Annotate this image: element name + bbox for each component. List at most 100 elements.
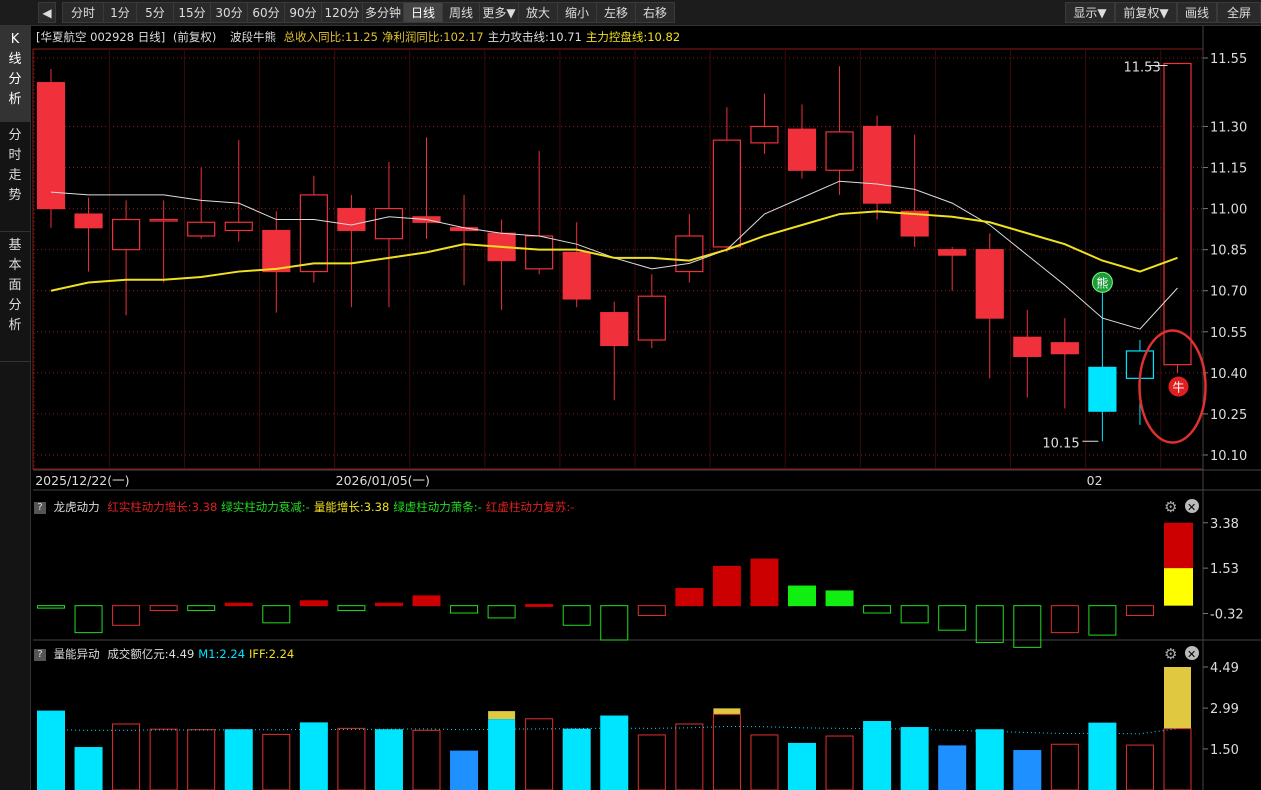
legend-item-2: IFF:2.24 <box>249 647 295 661</box>
date-label: 2025/12/22(一) <box>35 473 129 488</box>
legend-item-1: 绿实柱动力衰减:- <box>221 500 310 514</box>
volume-bar <box>600 715 629 790</box>
candle-body <box>600 312 629 347</box>
y-tick-label: 1.50 <box>1210 743 1239 758</box>
legend-item-1: M1:2.24 <box>198 647 246 661</box>
volume-bar <box>37 710 65 790</box>
toolbar-item-14[interactable]: 左移 <box>596 2 636 23</box>
power-bar <box>675 587 704 607</box>
toolbar-right-0[interactable]: 显示▼ <box>1065 2 1115 23</box>
power-bar <box>374 602 403 607</box>
volume-bar <box>750 734 779 790</box>
y-tick-label: -0.32 <box>1210 608 1244 623</box>
side-tab-2[interactable]: 基本面分析 <box>0 232 30 362</box>
main-header: [华夏航空 002928 日线] (前复权) 波段牛熊 总收入同比:11.25 净… <box>36 29 688 45</box>
power-bar <box>1164 568 1193 606</box>
volume-bar <box>337 727 366 790</box>
sub2-legend: 成交额亿元:4.49 M1:2.24 IFF:2.24 <box>107 647 298 661</box>
volume-bar <box>1050 743 1079 790</box>
bull-marker-icon <box>1168 376 1189 397</box>
gear-icon: ⚙ <box>1164 498 1177 516</box>
volume-bar <box>1163 728 1192 790</box>
power-bar <box>600 605 629 641</box>
power-bar <box>938 605 967 631</box>
toolbar-item-0[interactable]: 分时 <box>62 2 104 23</box>
volume-bar <box>1125 744 1154 790</box>
side-tab-0[interactable]: K线分析 <box>0 26 30 122</box>
candle-body <box>750 125 779 144</box>
toolbar-item-11[interactable]: 更多▼ <box>479 2 519 23</box>
toolbar-item-8[interactable]: 多分钟 <box>362 2 404 23</box>
toolbar-item-7[interactable]: 120分 <box>321 2 363 23</box>
power-bar <box>1125 605 1154 616</box>
toolbar-item-3[interactable]: 15分 <box>173 2 211 23</box>
gear-icon: ⚙ <box>1164 645 1177 663</box>
bear-marker-icon <box>1091 271 1113 293</box>
back-triangle-icon[interactable]: ◀ <box>38 2 56 23</box>
toolbar-item-13[interactable]: 缩小 <box>557 2 597 23</box>
power-bar <box>1088 605 1117 636</box>
toolbar-right-3[interactable]: 全屏 <box>1217 2 1261 23</box>
help-icon[interactable]: ? <box>34 648 46 661</box>
sub1-title: 龙虎动力 <box>53 500 100 514</box>
close-icon-glyph: ✕ <box>1187 501 1196 514</box>
side-tabs: K线分析分时走势基本面分析 <box>0 26 31 790</box>
volume-bar <box>938 745 967 790</box>
close-icon <box>1185 646 1199 660</box>
y-tick-label: 11.00 <box>1210 203 1247 218</box>
candle-body <box>449 227 479 232</box>
toolbar-item-12[interactable]: 放大 <box>518 2 558 23</box>
y-tick-label: 10.40 <box>1210 367 1247 382</box>
y-tick-label: 1.53 <box>1210 562 1239 577</box>
toolbar-item-15[interactable]: 右移 <box>635 2 675 23</box>
volume-bar <box>488 711 516 720</box>
toolbar-item-2[interactable]: 5分 <box>136 2 174 23</box>
low-label: 10.15 <box>1042 436 1079 451</box>
indicator-value-2: 主力攻击线:10.71 <box>487 30 582 44</box>
power-bar <box>149 605 178 612</box>
power-bar <box>187 605 216 612</box>
m1-line <box>50 725 1178 735</box>
chart-canvas[interactable]: 11.55 11.30 11.15 11.00 10.85 10.70 10.55 10.40… <box>0 0 1261 790</box>
candle-body <box>1125 350 1155 379</box>
candle-body <box>337 207 366 232</box>
toolbar: ◀ 分时 1分 5分 15分 30分 60分 90分 120分 多分钟 日线 周线 更多▼ 放大 缩小 左移右… <box>0 0 1261 26</box>
volume-bar <box>224 729 253 790</box>
toolbar-item-10[interactable]: 周线 <box>442 2 480 23</box>
power-bar <box>712 565 741 607</box>
toolbar-item-9[interactable]: 日线 <box>403 2 443 23</box>
toolbar-item-1[interactable]: 1分 <box>103 2 137 23</box>
legend-item-0: 红实柱动力增长:3.38 <box>107 500 218 514</box>
candle-body <box>1163 62 1192 366</box>
toolbar-right-1[interactable]: 前复权▼ <box>1115 2 1177 23</box>
power-bar <box>863 605 892 614</box>
y-tick-label: 11.15 <box>1210 162 1247 177</box>
volume-bar <box>149 728 178 790</box>
indicator-name: 波段牛熊 <box>229 30 276 44</box>
candle-body <box>562 251 591 300</box>
sub1-legend: 红实柱动力增长:3.38 绿实柱动力衰减:- 量能增长:3.38 绿虚柱动力萧条:- 红… <box>107 500 578 514</box>
side-tab-1[interactable]: 分时走势 <box>0 122 30 232</box>
toolbar-item-6[interactable]: 90分 <box>284 2 322 23</box>
power-bar <box>1013 605 1042 648</box>
power-bar <box>224 602 253 607</box>
toolbar-item-5[interactable]: 60分 <box>247 2 285 23</box>
volume-bar <box>637 734 666 790</box>
power-bar <box>450 605 479 614</box>
candle-body <box>74 213 103 229</box>
date-label: 2026/01/05(一) <box>336 473 430 488</box>
candle-body <box>825 131 854 171</box>
legend-item-4: 红虚柱动力复苏:- <box>485 500 575 514</box>
power-bar <box>750 558 779 607</box>
y-tick-label: 10.10 <box>1210 449 1247 464</box>
volume-bar <box>825 735 854 790</box>
candle-body <box>1013 336 1042 358</box>
help-icon[interactable]: ? <box>34 501 46 514</box>
bear-marker-label: 熊 <box>1096 275 1108 290</box>
power-bar <box>825 590 854 607</box>
bull-marker-label: 牛 <box>1173 380 1185 395</box>
volume-bar <box>863 721 892 790</box>
toolbar-item-4[interactable]: 30分 <box>210 2 248 23</box>
toolbar-right-2[interactable]: 画线 <box>1177 2 1217 23</box>
power-bar <box>487 605 516 619</box>
